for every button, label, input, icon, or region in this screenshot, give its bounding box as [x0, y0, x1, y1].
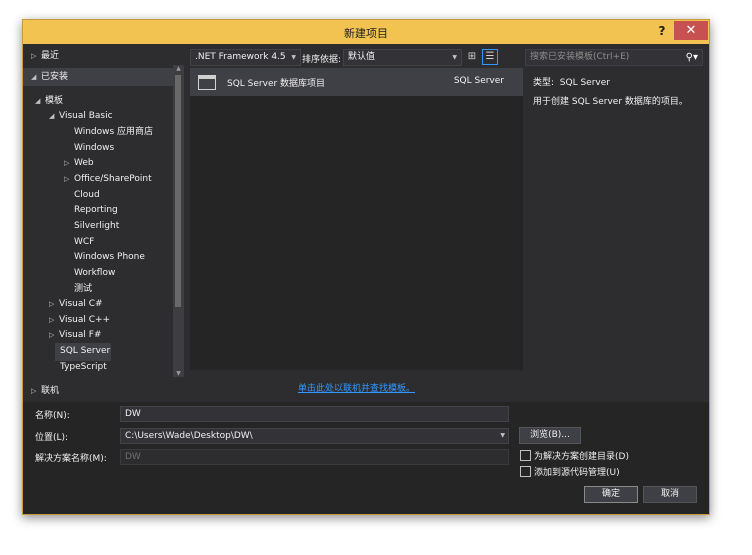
- tree-item-windows[interactable]: Windows: [74, 141, 114, 156]
- location-value: C:\Users\Wade\Desktop\DW\: [125, 431, 253, 441]
- add-source-control-checkbox[interactable]: [520, 466, 531, 477]
- new-project-dialog: 新建项目 ? ✕ ▷ 最近 ◢ 已安装 ◢ 模板 ◢ Visual Basic Wind…: [22, 19, 710, 515]
- close-button[interactable]: ✕: [674, 21, 708, 40]
- chevron-down-icon: ▼: [452, 54, 457, 61]
- template-language: SQL Server: [453, 76, 504, 86]
- tree-item-label: 已安装: [41, 72, 69, 82]
- template-name: SQL Server 数据库项目: [227, 79, 326, 89]
- expand-arrow-icon: ▷: [64, 175, 70, 183]
- type-label: 类型:: [533, 78, 555, 88]
- tree-item-web[interactable]: ▷ Web: [64, 156, 94, 171]
- create-directory-label: 为解决方案创建目录(D): [534, 452, 629, 462]
- template-list: SQL Server 数据库项目 SQL Server: [190, 68, 523, 370]
- collapse-arrow-icon: ◢: [35, 97, 41, 105]
- solution-name-value: DW: [125, 452, 141, 462]
- create-directory-checkbox[interactable]: [520, 450, 531, 461]
- tree-item-label: Visual F#: [59, 330, 102, 340]
- tree-item-label: Office/SharePoint: [74, 174, 152, 184]
- tree-item-wcf[interactable]: WCF: [74, 235, 94, 250]
- collapse-arrow-icon: ◢: [49, 112, 55, 120]
- tree-item-templates[interactable]: ◢ 模板: [35, 94, 63, 109]
- add-source-control-label: 添加到源代码管理(U): [534, 468, 620, 478]
- tree-scrollbar[interactable]: ▲ ▼: [173, 65, 184, 377]
- tree-item-label: 模板: [45, 96, 64, 106]
- template-search-input[interactable]: 搜索已安装模板(Ctrl+E) ⚲▾: [525, 49, 703, 66]
- template-type: 类型: SQL Server: [533, 75, 610, 88]
- expand-arrow-icon: ▷: [49, 331, 55, 339]
- search-icon[interactable]: ⚲▾: [686, 50, 698, 65]
- tree-item-visual-cpp[interactable]: ▷ Visual C++: [49, 313, 110, 328]
- tree-item-workflow[interactable]: Workflow: [74, 266, 115, 281]
- title-bar: 新建项目 ? ✕: [23, 20, 709, 44]
- location-label: 位置(L):: [35, 433, 69, 443]
- template-item-sql-server-db[interactable]: SQL Server 数据库项目 SQL Server: [190, 68, 523, 96]
- location-field[interactable]: C:\Users\Wade\Desktop\DW\ ▼: [120, 428, 509, 444]
- dialog-title: 新建项目: [344, 27, 388, 40]
- name-field[interactable]: DW: [120, 406, 509, 422]
- chevron-down-icon[interactable]: ▼: [500, 429, 505, 443]
- solution-name-label: 解决方案名称(M):: [35, 454, 107, 464]
- tree-item-label: 联机: [41, 386, 60, 396]
- list-view-icon[interactable]: ☰: [482, 49, 498, 65]
- tree-item-recent[interactable]: ▷ 最近: [31, 49, 59, 64]
- tree-item-visual-basic[interactable]: ◢ Visual Basic: [49, 109, 113, 124]
- tree-item-label: Web: [74, 158, 94, 168]
- framework-value: .NET Framework 4.5: [195, 52, 286, 62]
- tree-item-office-sharepoint[interactable]: ▷ Office/SharePoint: [64, 172, 152, 187]
- tree-item-label: Visual C++: [59, 315, 111, 325]
- sort-dropdown[interactable]: 默认值 ▼: [343, 49, 462, 66]
- search-placeholder: 搜索已安装模板(Ctrl+E): [530, 52, 630, 62]
- browse-button[interactable]: 浏览(B)...: [519, 427, 581, 444]
- tree-item-label: 最近: [41, 51, 60, 61]
- cancel-button[interactable]: 取消: [643, 486, 697, 503]
- help-button[interactable]: ?: [653, 22, 671, 40]
- scrollbar-thumb[interactable]: [175, 75, 181, 307]
- tree-item-online[interactable]: ▷ 联机: [31, 384, 59, 399]
- tree-item-reporting[interactable]: Reporting: [74, 203, 118, 218]
- expand-arrow-icon: ▷: [49, 300, 55, 308]
- tree-item-cloud[interactable]: Cloud: [74, 188, 100, 203]
- ok-button[interactable]: 确定: [584, 486, 638, 503]
- tree-item-silverlight[interactable]: Silverlight: [74, 219, 119, 234]
- tree-item-label: Visual Basic: [59, 111, 113, 121]
- name-value: DW: [125, 409, 141, 419]
- solution-name-field[interactable]: DW: [120, 449, 509, 465]
- expand-arrow-icon: ▷: [49, 316, 55, 324]
- tree-item-windows-store[interactable]: Windows 应用商店: [74, 125, 153, 140]
- tree-item-test[interactable]: 测试: [74, 282, 92, 297]
- sort-label: 排序依据:: [302, 55, 342, 65]
- template-description: 用于创建 SQL Server 数据库的项目。: [533, 97, 688, 107]
- template-tree: ▷ 最近 ◢ 已安装 ◢ 模板 ◢ Visual Basic Windows 应用商店 …: [23, 44, 188, 409]
- tree-item-label: Visual C#: [59, 299, 103, 309]
- tree-item-windows-phone[interactable]: Windows Phone: [74, 250, 145, 265]
- type-value: SQL Server: [559, 78, 610, 88]
- grid-view-icon[interactable]: ⊞: [464, 49, 480, 65]
- expand-arrow-icon: ▷: [64, 159, 70, 167]
- database-project-icon: [198, 75, 216, 90]
- project-form: 名称(N): DW 位置(L): C:\Users\Wade\Desktop\D…: [23, 402, 709, 514]
- tree-item-visual-csharp[interactable]: ▷ Visual C#: [49, 297, 103, 312]
- tree-item-sql-server[interactable]: SQL Server: [60, 344, 110, 359]
- expand-arrow-icon: ▷: [31, 387, 37, 395]
- find-templates-online-link[interactable]: 单击此处以联机并查找模板。: [190, 381, 523, 394]
- tree-item-visual-fsharp[interactable]: ▷ Visual F#: [49, 328, 101, 343]
- sort-value: 默认值: [348, 52, 376, 62]
- expand-arrow-icon: ▷: [31, 52, 37, 60]
- chevron-down-icon: ▼: [291, 54, 296, 61]
- framework-dropdown[interactable]: .NET Framework 4.5 ▼: [190, 49, 301, 66]
- name-label: 名称(N):: [35, 411, 70, 421]
- scroll-up-arrow-icon[interactable]: ▲: [173, 65, 184, 72]
- collapse-arrow-icon: ◢: [31, 73, 37, 81]
- tree-item-typescript[interactable]: TypeScript: [60, 360, 107, 375]
- tree-item-installed[interactable]: ◢ 已安装: [31, 70, 68, 85]
- scroll-down-arrow-icon[interactable]: ▼: [173, 370, 184, 377]
